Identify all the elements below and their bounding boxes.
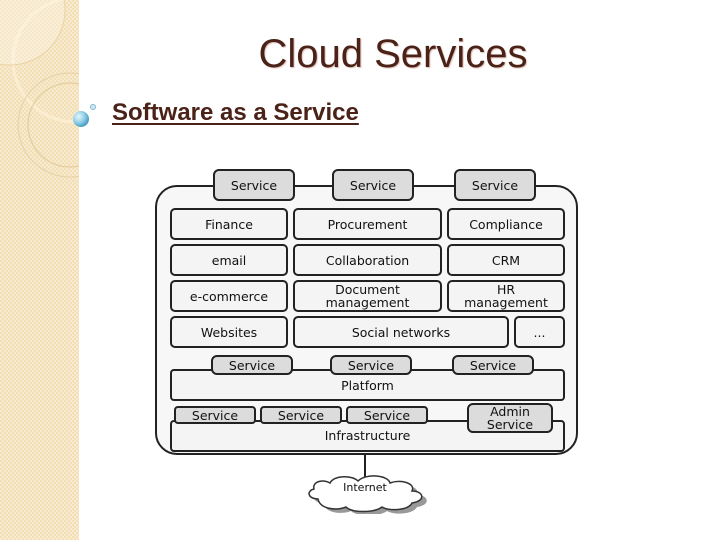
app-box-more: ... [514, 316, 565, 348]
slide-title: Cloud Services [258, 32, 528, 76]
app-box-email: email [170, 244, 288, 276]
app-box-procurement: Procurement [293, 208, 442, 240]
platform-service-box: Service [211, 355, 293, 375]
app-box-document-management: Document management [293, 280, 442, 312]
platform-service-box: Service [330, 355, 412, 375]
app-box-ecommerce: e-commerce [170, 280, 288, 312]
internet-label: Internet [343, 481, 387, 494]
top-service-box: Service [213, 169, 295, 201]
app-box-social-networks: Social networks [293, 316, 509, 348]
infrastructure-service-box: Service [346, 406, 428, 424]
app-box-hr-management: HR management [447, 280, 565, 312]
decorative-sidebar [0, 0, 79, 540]
app-box-crm: CRM [447, 244, 565, 276]
top-service-box: Service [454, 169, 536, 201]
infrastructure-service-box: Service [174, 406, 256, 424]
bullet-bubble-icon [73, 104, 96, 127]
top-service-box: Service [332, 169, 414, 201]
admin-service-box: Admin Service [467, 403, 553, 433]
app-box-websites: Websites [170, 316, 288, 348]
platform-service-box: Service [452, 355, 534, 375]
bullet-text: Software as a Service [112, 99, 359, 126]
infrastructure-service-box: Service [260, 406, 342, 424]
platform-label: Platform [341, 378, 394, 393]
sidebar-swirl-decoration [0, 0, 79, 178]
app-box-compliance: Compliance [447, 208, 565, 240]
app-box-collaboration: Collaboration [293, 244, 442, 276]
app-box-finance: Finance [170, 208, 288, 240]
